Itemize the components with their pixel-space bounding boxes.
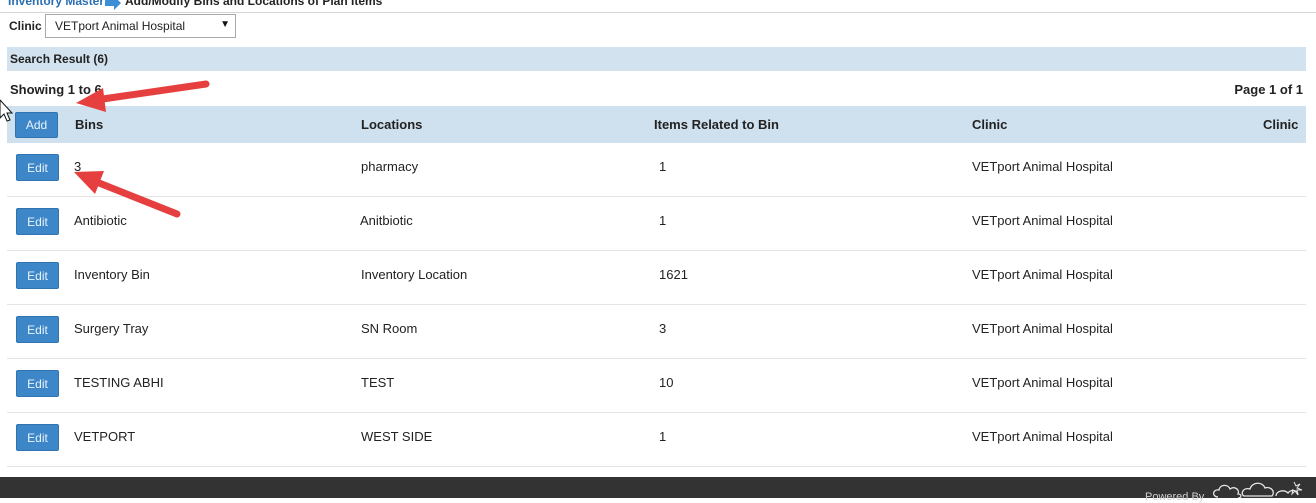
edit-button[interactable]: Edit (16, 208, 59, 235)
cell-location: pharmacy (361, 159, 419, 174)
cell-location: WEST SIDE (361, 429, 433, 444)
cell-location: Inventory Location (361, 267, 468, 282)
edit-button[interactable]: Edit (16, 370, 59, 397)
edit-button[interactable]: Edit (16, 154, 59, 181)
cloud-logo-icon (1212, 481, 1303, 498)
column-header-locations: Locations (361, 117, 423, 132)
cell-clinic: VETport Animal Hospital (972, 267, 1113, 282)
cell-bin: Surgery Tray (74, 321, 149, 336)
table-row: Edit VETPORT WEST SIDE 1 VETport Animal … (7, 413, 1306, 467)
cell-items: 1 (659, 429, 667, 444)
cell-bin: Inventory Bin (74, 267, 150, 282)
cell-bin: 3 (74, 159, 82, 174)
cell-clinic: VETport Animal Hospital (972, 321, 1113, 336)
column-header-items: Items Related to Bin (654, 117, 779, 132)
edit-button[interactable]: Edit (16, 424, 59, 451)
powered-by-label: Powered By (1145, 491, 1205, 503)
footer: Powered By (0, 477, 1316, 503)
clinic-select[interactable]: VETport Animal Hospital ▼ (45, 14, 236, 38)
add-button[interactable]: Add (15, 112, 58, 138)
breadcrumb-arrow-icon (105, 0, 121, 10)
cell-bin: VETPORT (74, 429, 136, 444)
page-title: Add/Modify Bins and Locations of Plan It… (125, 0, 383, 8)
cell-location: SN Room (361, 321, 418, 336)
search-result-header: Search Result (6) (7, 47, 1306, 71)
table-header: Add Bins Locations Items Related to Bin … (7, 106, 1306, 143)
edit-button[interactable]: Edit (16, 262, 59, 289)
cell-clinic: VETport Animal Hospital (972, 213, 1113, 228)
cell-clinic: VETport Animal Hospital (972, 159, 1113, 174)
breadcrumb: Inventory Master Add/Modify Bins and Loc… (0, 0, 1316, 13)
table-row: Edit TESTING ABHI TEST 10 VETport Animal… (7, 359, 1306, 413)
page-indicator: Page 1 of 1 (1234, 82, 1303, 97)
table-row: Edit 3 pharmacy 1 VETport Animal Hospita… (7, 143, 1306, 197)
cell-clinic: VETport Animal Hospital (972, 429, 1113, 444)
table-row: Edit Inventory Bin Inventory Location 16… (7, 251, 1306, 305)
column-header-bins: Bins (75, 117, 104, 132)
cell-items: 10 (659, 375, 674, 390)
table-row: Edit Antibiotic Anitbiotic 1 VETport Ani… (7, 197, 1306, 251)
cell-location: TEST (361, 375, 395, 390)
cell-clinic: VETport Animal Hospital (972, 375, 1113, 390)
column-header-clinic: Clinic (972, 117, 1008, 132)
showing-count: Showing 1 to 6 (10, 82, 102, 97)
cell-items: 3 (659, 321, 667, 336)
search-result-title: Search Result (6) (10, 52, 109, 66)
edit-button[interactable]: Edit (16, 316, 59, 343)
cell-bin: TESTING ABHI (74, 375, 164, 390)
cell-items: 1 (659, 159, 667, 174)
cell-items: 1621 (659, 267, 688, 282)
clinic-select-value: VETport Animal Hospital (55, 19, 186, 33)
breadcrumb-inventory-master-link[interactable]: Inventory Master (8, 0, 104, 8)
column-header-clinic-2: Clinic (1263, 117, 1299, 132)
cell-location: Anitbiotic (360, 213, 413, 228)
table-row: Edit Surgery Tray SN Room 3 VETport Anim… (7, 305, 1306, 359)
cell-bin: Antibiotic (74, 213, 127, 228)
cell-items: 1 (659, 213, 667, 228)
clinic-filter-label: Clinic (9, 19, 42, 33)
dropdown-arrow-icon: ▼ (220, 19, 230, 30)
